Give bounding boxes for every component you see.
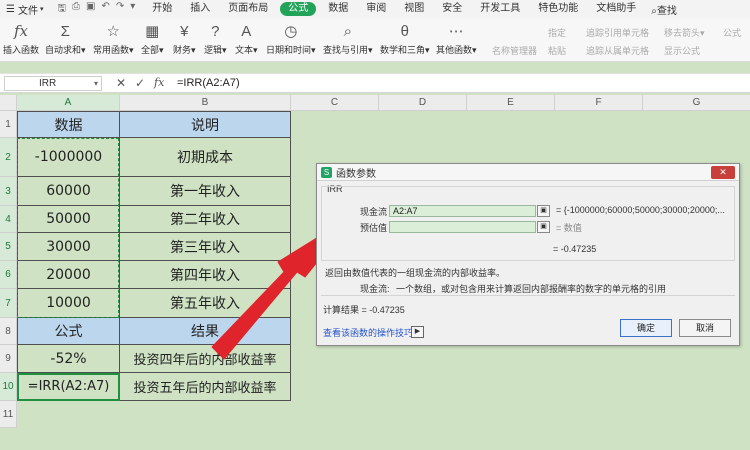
overall-result: = -0.47235 bbox=[553, 244, 597, 254]
divider bbox=[321, 295, 735, 296]
video-icon[interactable]: ▶ bbox=[411, 326, 424, 338]
cash-flow-input[interactable]: A2:A7 bbox=[389, 205, 536, 217]
range-select-icon[interactable]: ▣ bbox=[537, 205, 550, 217]
arg1-label: 现金流 bbox=[360, 207, 388, 217]
cancel-button[interactable]: 取消 bbox=[679, 319, 731, 337]
dialog-title: 函数参数 bbox=[336, 168, 376, 180]
arg-description: 一个数组，或对包含用来计算返回内部报酬率的数字的单元格的引用 bbox=[396, 284, 667, 294]
wps-logo-icon: S bbox=[321, 166, 332, 178]
help-link[interactable]: 查看该函数的操作技巧 bbox=[323, 326, 413, 339]
function-description: 返回由数值代表的一组现金流的内部收益率。 bbox=[325, 268, 506, 278]
range-select-icon[interactable]: ▣ bbox=[537, 221, 550, 233]
arg2-result: = 数值 bbox=[556, 223, 582, 233]
function-arguments-dialog: S 函数参数 ✕ IRR 现金流 A2:A7 ▣ = {-1000000;600… bbox=[316, 163, 740, 346]
guess-input[interactable] bbox=[389, 221, 536, 233]
ok-button[interactable]: 确定 bbox=[620, 319, 672, 337]
calc-result: 计算结果 = -0.47235 bbox=[323, 305, 405, 315]
dialog-titlebar: S 函数参数 ✕ bbox=[317, 164, 739, 181]
arg2-label: 预估值 bbox=[360, 223, 388, 233]
arg1-result: = {-1000000;60000;50000;30000;20000;... bbox=[556, 205, 725, 215]
close-button[interactable]: ✕ bbox=[711, 166, 735, 179]
arg-description-label: 现金流: bbox=[360, 284, 390, 294]
